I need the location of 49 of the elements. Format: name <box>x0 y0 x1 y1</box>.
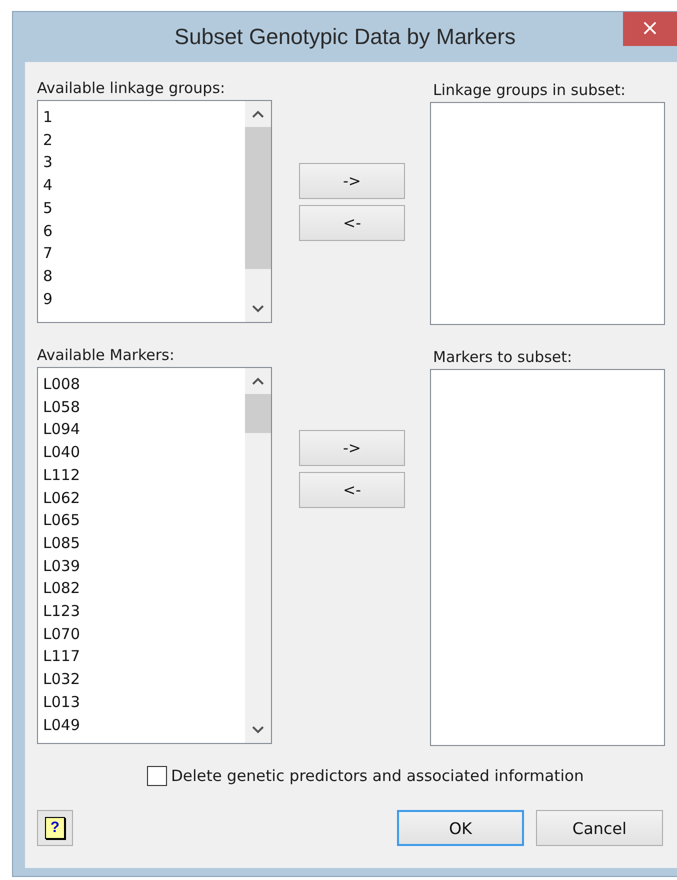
scrollbar[interactable] <box>245 368 271 743</box>
window-title: Subset Genotypic Data by Markers <box>174 24 516 50</box>
checkbox-label: Delete genetic predictors and associated information <box>171 767 584 785</box>
list-item[interactable]: 9 <box>43 288 245 310</box>
list-item[interactable]: 2 <box>43 128 245 152</box>
remove-button[interactable]: <- <box>299 472 405 508</box>
add-button[interactable]: -> <box>299 430 405 466</box>
scroll-up-icon[interactable] <box>252 110 264 118</box>
list-item[interactable]: L070 <box>43 622 245 646</box>
list-label: Linkage groups in subset: <box>432 80 627 101</box>
add-button[interactable]: -> <box>299 163 405 199</box>
list-item[interactable]: 6 <box>43 220 245 242</box>
cancel-button[interactable]: Cancel <box>536 810 663 846</box>
close-button[interactable]: × <box>623 12 677 46</box>
list-item[interactable]: L094 <box>43 418 245 442</box>
ok-button[interactable]: OK <box>397 810 524 846</box>
scroll-thumb[interactable] <box>245 127 271 269</box>
list-label: Markers to subset: <box>432 347 574 368</box>
list-label: Available Markers: <box>37 345 176 366</box>
help-button[interactable]: ? <box>37 810 73 846</box>
list-item[interactable]: 1 <box>43 106 245 129</box>
remove-button[interactable]: <- <box>299 205 405 241</box>
list-item[interactable]: L085 <box>43 532 245 555</box>
scroll-down-icon[interactable] <box>252 726 264 734</box>
list-item[interactable]: L117 <box>43 645 245 668</box>
list-item[interactable]: L112 <box>43 464 245 487</box>
list-item[interactable]: 5 <box>43 196 245 220</box>
list-item[interactable]: L049 <box>43 714 245 736</box>
scroll-down-icon[interactable] <box>252 305 264 313</box>
list-item[interactable]: L039 <box>43 554 245 578</box>
list-item[interactable]: L062 <box>43 486 245 510</box>
checkbox[interactable] <box>147 766 167 786</box>
list-item[interactable]: 7 <box>43 242 245 265</box>
list-item[interactable]: L065 <box>43 509 245 532</box>
list-item[interactable]: L013 <box>43 690 245 714</box>
list-item[interactable]: L058 <box>43 396 245 418</box>
list-item[interactable]: L008 <box>43 373 245 396</box>
list-item[interactable]: 8 <box>43 264 245 288</box>
help-icon: ? <box>45 817 65 839</box>
scroll-thumb[interactable] <box>245 394 271 433</box>
list-item[interactable]: 3 <box>43 151 245 174</box>
scroll-up-icon[interactable] <box>252 377 264 385</box>
list-item[interactable]: L040 <box>43 441 245 464</box>
list-label: Available linkage groups: <box>37 78 226 99</box>
list-item[interactable]: 4 <box>43 174 245 197</box>
list-item[interactable]: L123 <box>43 600 245 623</box>
list-item[interactable]: L082 <box>43 577 245 600</box>
list-item[interactable]: L032 <box>43 668 245 691</box>
scrollbar[interactable] <box>245 101 271 322</box>
